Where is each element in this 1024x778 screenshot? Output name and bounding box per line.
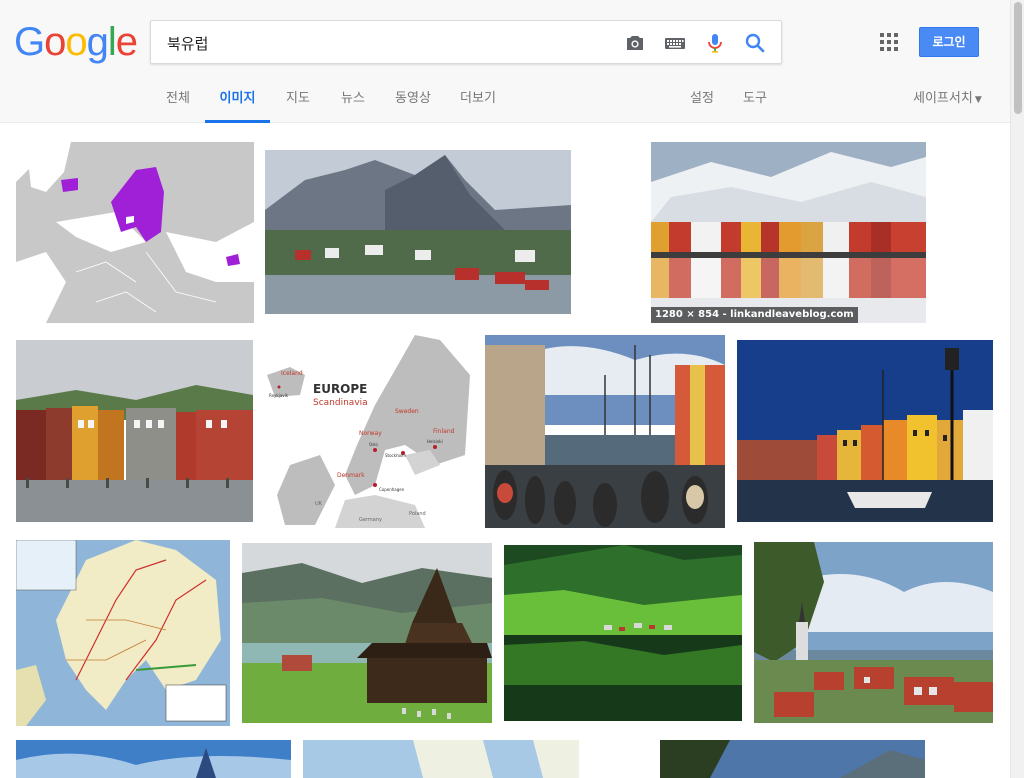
- search-input[interactable]: [167, 33, 607, 53]
- map-label: Iceland: [281, 370, 303, 377]
- vertical-scrollbar[interactable]: [1010, 0, 1024, 778]
- result-image-stilt-houses[interactable]: [16, 340, 253, 522]
- safe-search-label: 세이프서치: [913, 91, 973, 106]
- map-label: Denmark: [337, 472, 365, 479]
- logo-letter: g: [86, 20, 109, 64]
- tab-images[interactable]: 이미지: [205, 86, 270, 123]
- result-image-road-map[interactable]: [16, 540, 230, 726]
- logo-letter: o: [65, 20, 87, 64]
- map-label: Sweden: [395, 408, 419, 415]
- result-image-sky-cathedral[interactable]: [16, 740, 291, 778]
- logo-letter: G: [14, 20, 45, 64]
- tab-tools[interactable]: 도구: [742, 86, 768, 123]
- google-image-search-page: Google 로그인 전체 이미: [0, 0, 1024, 778]
- chevron-down-icon: ▼: [974, 95, 982, 105]
- login-button[interactable]: 로그인: [919, 27, 979, 57]
- tab-videos[interactable]: 동영상: [394, 86, 432, 123]
- result-image-bryggen-houses[interactable]: 1280 × 854 - linkandleaveblog.com: [651, 142, 926, 323]
- logo-letter: e: [115, 20, 138, 64]
- result-image-canal-tourists[interactable]: [485, 335, 725, 528]
- map-label: Reykjavík: [269, 393, 289, 398]
- map-subtitle: Scandinavia: [313, 398, 368, 408]
- tab-more[interactable]: 더보기: [460, 86, 496, 123]
- tab-settings[interactable]: 설정: [689, 86, 715, 123]
- map-label: Stockholm: [385, 453, 406, 458]
- image-caption: 1280 × 854 - linkandleaveblog.com: [651, 307, 858, 323]
- result-image-green-fjord[interactable]: [504, 545, 742, 721]
- result-image-fjord-valley[interactable]: [660, 740, 925, 778]
- result-image-old-town[interactable]: [754, 542, 993, 723]
- google-logo[interactable]: Google: [14, 20, 138, 64]
- search-icon[interactable]: [743, 31, 767, 55]
- result-image-scandinavia-map[interactable]: EUROPE Scandinavia Iceland Reykjavík Nor…: [265, 335, 473, 528]
- tab-news[interactable]: 뉴스: [340, 86, 366, 123]
- result-image-nordic-map[interactable]: [303, 740, 579, 778]
- map-label: Oslo: [369, 442, 378, 447]
- microphone-icon[interactable]: [703, 31, 727, 55]
- safe-search-dropdown[interactable]: 세이프서치 ▼: [913, 86, 982, 113]
- logo-letter: l: [107, 20, 117, 64]
- keyboard-icon[interactable]: [663, 31, 687, 55]
- result-image-fjord-mountains[interactable]: [265, 150, 571, 314]
- result-image-nyhavn-harbor[interactable]: [737, 340, 993, 522]
- map-label: Finland: [433, 428, 455, 435]
- search-tabs: 전체 이미지 지도 뉴스 동영상 더보기 설정 도구 세이프서치 ▼: [0, 86, 1010, 123]
- tab-maps[interactable]: 지도: [285, 86, 311, 123]
- scrollbar-thumb[interactable]: [1014, 2, 1022, 114]
- map-label: Helsinki: [427, 439, 443, 444]
- logo-letter: o: [44, 20, 66, 64]
- map-label: UK: [315, 501, 323, 507]
- header: Google 로그인 전체 이미: [0, 0, 1010, 123]
- map-label: Germany: [359, 517, 382, 523]
- tab-all[interactable]: 전체: [164, 86, 192, 123]
- search-box: [150, 20, 782, 64]
- map-label: Norway: [359, 430, 382, 437]
- result-image-stave-church[interactable]: [242, 543, 492, 723]
- result-image-europe-map[interactable]: [16, 142, 254, 323]
- camera-icon[interactable]: [623, 31, 647, 55]
- map-title: EUROPE: [313, 382, 367, 396]
- apps-grid-icon[interactable]: [880, 33, 898, 51]
- map-label: Copenhagen: [379, 487, 405, 492]
- map-label: Poland: [409, 511, 426, 517]
